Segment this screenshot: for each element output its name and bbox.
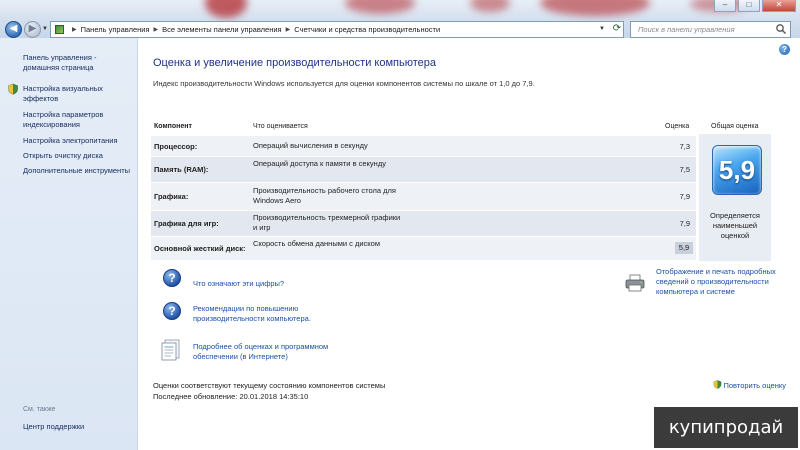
breadcrumb-separator-icon[interactable]: ▶ <box>286 26 291 33</box>
sidebar-item-visual-effects[interactable]: Настройка визуальных эффектов <box>23 84 131 104</box>
component-score: 7,3 <box>679 142 690 151</box>
recent-pages-dropdown[interactable]: ▼ <box>42 26 48 32</box>
search-icon <box>776 24 787 35</box>
column-header-what: Что оценивается <box>253 123 308 130</box>
minimize-button[interactable]: – <box>714 0 736 12</box>
table-row-cpu: Процессор: Операций вычисления в секунду… <box>151 136 696 156</box>
base-score-badge: 5,9 <box>712 145 762 195</box>
control-panel-icon <box>55 25 64 34</box>
table-row-memory: Память (RAM): Операций доступа к памяти … <box>151 157 696 182</box>
rerun-label: Повторить оценку <box>723 381 786 390</box>
status-text: Оценки соответствуют текущему состоянию … <box>153 381 386 390</box>
breadcrumb-separator-icon[interactable]: ▶ <box>154 26 159 33</box>
help-icon[interactable]: ? <box>779 44 790 55</box>
sidebar-item-power[interactable]: Настройка электропитания <box>23 136 131 146</box>
page-title: Оценка и увеличение производительности к… <box>153 57 436 69</box>
breadcrumb-root-chevron[interactable]: ▶ <box>68 26 81 33</box>
main-content: ? Оценка и увеличение производительности… <box>139 38 800 450</box>
forward-button[interactable]: ▶ <box>24 21 41 38</box>
printer-icon <box>625 274 645 292</box>
address-bar[interactable]: ▶ Панель управления ▶ Все элементы панел… <box>50 21 624 38</box>
print-details-link[interactable]: Отображение и печать подробных сведений … <box>656 267 788 297</box>
arrow-right-icon: ▶ <box>28 23 37 34</box>
component-description: Операций вычисления в секунду <box>253 141 368 150</box>
shield-icon <box>8 83 18 95</box>
question-icon: ? <box>163 302 181 320</box>
sidebar-item-indexing[interactable]: Настройка параметров индексирования <box>23 110 131 130</box>
component-description: Операций доступа к памяти в секунду <box>253 159 386 168</box>
intro-text: Индекс производительности Windows исполь… <box>153 79 535 88</box>
sidebar-item-disk-cleanup[interactable]: Открыть очистку диска <box>23 151 131 161</box>
close-button[interactable]: ✕ <box>762 0 796 12</box>
table-row-hard-disk: Основной жесткий диск: Скорость обмена д… <box>151 237 696 260</box>
refresh-icon[interactable]: ⟳ <box>610 22 624 37</box>
maximize-button[interactable]: □ <box>738 0 760 12</box>
online-info-link[interactable]: Подробнее об оценках и программном обесп… <box>193 342 363 362</box>
component-label: Процессор: <box>154 142 198 151</box>
component-score: 7,9 <box>679 219 690 228</box>
base-score-caption: Определяется наименьшей оценкой <box>710 211 760 240</box>
component-description: Производительность трехмерной графики и … <box>253 213 401 232</box>
breadcrumb-control-panel[interactable]: Панель управления <box>81 25 150 34</box>
improve-tips-link[interactable]: Рекомендации по повышению производительн… <box>193 304 343 324</box>
search-placeholder: Поиск в панели управления <box>638 25 735 34</box>
component-score: 7,5 <box>679 165 690 174</box>
component-label: Основной жесткий диск: <box>154 244 246 253</box>
what-mean-link[interactable]: Что означают эти цифры? <box>193 279 373 289</box>
component-description: Производительность рабочего стола для Wi… <box>253 186 396 205</box>
score-table: Компонент Что оценивается Оценка Общая о… <box>151 120 771 260</box>
component-label: Графика для игр: <box>154 219 219 228</box>
shield-icon <box>714 380 722 389</box>
chevron-down-icon[interactable]: ▼ <box>599 26 605 32</box>
arrow-left-icon: ◀ <box>9 23 18 34</box>
table-row-graphics: Графика: Производительность рабочего сто… <box>151 183 696 210</box>
back-button[interactable]: ◀ <box>5 21 22 38</box>
column-header-score: Оценка <box>665 123 690 130</box>
table-row-gaming-graphics: Графика для игр: Производительность трех… <box>151 211 696 236</box>
see-also-heading: См. также <box>23 406 56 413</box>
watermark-logo: купипродай <box>654 407 798 448</box>
document-icon <box>161 339 180 361</box>
sidebar: Панель управления - домашняя страница На… <box>0 38 138 450</box>
table-header: Компонент Что оценивается Оценка Общая о… <box>151 120 771 134</box>
base-score-panel: 5,9 Определяется наименьшей оценкой <box>699 134 771 261</box>
column-header-base-score: Общая оценка <box>711 123 759 130</box>
sidebar-item-home[interactable]: Панель управления - домашняя страница <box>23 53 131 73</box>
last-updated: Последнее обновление: 20.01.2018 14:35:1… <box>153 392 309 401</box>
component-label: Память (RAM): <box>154 165 209 174</box>
sidebar-item-action-center[interactable]: Центр поддержки <box>23 422 84 431</box>
search-input[interactable]: Поиск в панели управления <box>630 21 791 38</box>
question-icon: ? <box>163 269 181 287</box>
column-header-component: Компонент <box>154 123 192 130</box>
rerun-assessment-link[interactable]: Повторить оценку <box>714 380 786 390</box>
component-description: Скорость обмена данными с диском <box>253 239 380 248</box>
breadcrumb-all-items[interactable]: Все элементы панели управления <box>162 25 281 34</box>
component-label: Графика: <box>154 192 189 201</box>
sidebar-item-advanced-tools[interactable]: Дополнительные инструменты <box>23 166 131 176</box>
component-score: 7,9 <box>679 192 690 201</box>
window-controls: – □ ✕ <box>714 0 796 12</box>
component-score-lowest: 5,9 <box>675 242 693 254</box>
breadcrumb-performance[interactable]: Счетчики и средства производительности <box>294 25 440 34</box>
